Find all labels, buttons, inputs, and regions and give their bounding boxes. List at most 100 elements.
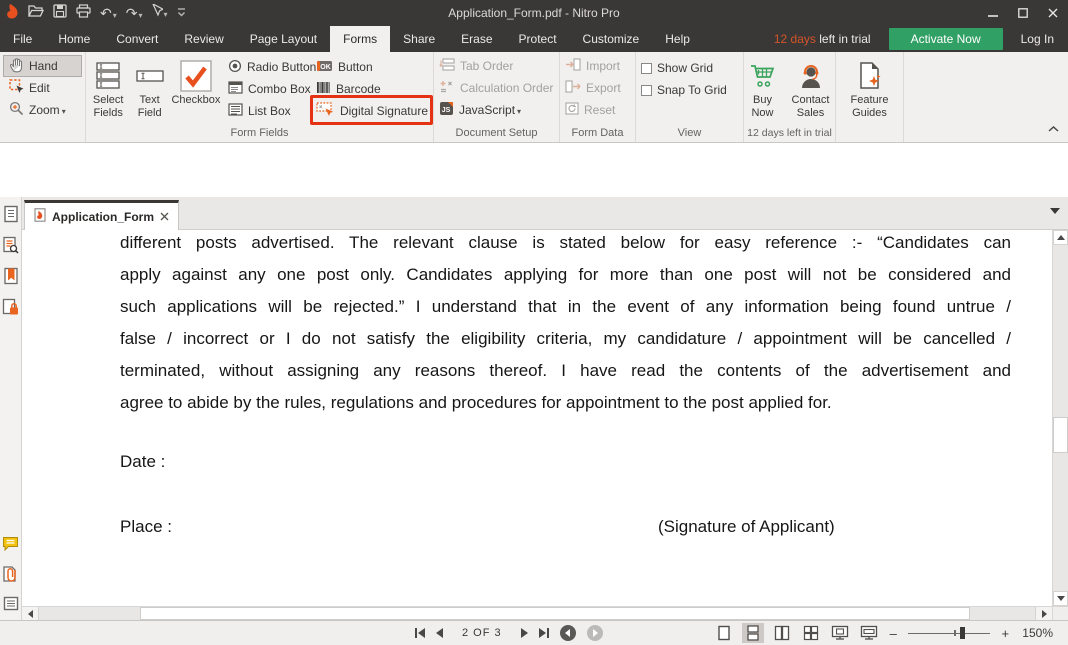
horizontal-scroll-thumb[interactable]	[140, 607, 970, 620]
select-fields-label: Select Fields	[86, 94, 130, 120]
continuous-view-button[interactable]	[742, 623, 764, 643]
bookmarks-panel-icon[interactable]	[3, 267, 19, 290]
pdf-date-label: Date :	[120, 452, 165, 472]
previous-page-button[interactable]	[436, 628, 443, 638]
history-forward-button[interactable]	[587, 625, 603, 641]
digital-signature-button[interactable]: Digital Signature	[311, 100, 433, 122]
trial-days: 12 days	[774, 32, 816, 46]
redo-button[interactable]: ↷	[126, 6, 143, 20]
import-button[interactable]: Import	[560, 55, 635, 77]
show-grid-checkbox[interactable]: Show Grid	[636, 57, 743, 79]
list-box-icon	[228, 103, 243, 119]
first-page-button[interactable]	[415, 628, 425, 638]
comments-panel-icon[interactable]	[2, 536, 19, 557]
tab-page-layout[interactable]: Page Layout	[237, 26, 330, 52]
edit-tool-button[interactable]: Edit	[3, 77, 82, 99]
attachments-panel-icon[interactable]	[2, 565, 19, 588]
export-button[interactable]: Export	[560, 77, 635, 99]
tab-forms[interactable]: Forms	[330, 26, 390, 52]
collapse-ribbon-button[interactable]	[1048, 119, 1059, 137]
pdf-place-label: Place :	[120, 517, 172, 537]
document-tab[interactable]: Application_Form	[24, 200, 179, 230]
fit-page-view-button[interactable]	[829, 623, 851, 643]
zoom-out-button[interactable]: –	[887, 626, 899, 641]
single-page-view-button[interactable]	[713, 623, 735, 643]
scroll-left-button[interactable]	[22, 607, 39, 620]
scroll-up-button[interactable]	[1053, 230, 1068, 245]
scroll-right-button[interactable]	[1035, 607, 1052, 620]
open-file-button[interactable]	[28, 4, 44, 22]
pdf-signature-label: (Signature of Applicant)	[658, 517, 835, 537]
pdf-file-icon	[34, 208, 46, 225]
radio-button-button[interactable]: Radio Button	[223, 56, 311, 78]
snap-to-grid-checkbox[interactable]: Snap To Grid	[636, 79, 743, 101]
javascript-button[interactable]: JS JavaScript	[434, 99, 559, 121]
tab-list-dropdown[interactable]	[1050, 208, 1060, 214]
calculation-order-button[interactable]: Calculation Order	[434, 77, 559, 99]
undo-button[interactable]: ↶	[100, 6, 117, 20]
tab-erase[interactable]: Erase	[448, 26, 505, 52]
export-label: Export	[586, 81, 621, 95]
tab-file[interactable]: File	[0, 26, 45, 52]
barcode-icon	[316, 81, 331, 97]
zoom-slider-handle[interactable]	[960, 627, 965, 639]
tab-order-button[interactable]: Tab Order	[434, 55, 559, 77]
history-back-button[interactable]	[560, 625, 576, 641]
output-panel-icon[interactable]	[3, 596, 19, 616]
button-field-label: Button	[338, 60, 373, 74]
nitro-pro-window: ↶ ↷ Application_Form.pdf - Nitro Pro Fil…	[0, 0, 1068, 645]
document-margin-strip	[0, 144, 1068, 197]
ok-button-icon: OK	[316, 60, 333, 75]
list-box-button[interactable]: List Box	[223, 100, 311, 122]
select-tool-button[interactable]	[152, 4, 168, 22]
button-field-button[interactable]: OK Button	[311, 56, 433, 78]
log-in-button[interactable]: Log In	[1021, 32, 1054, 46]
tab-share[interactable]: Share	[390, 26, 448, 52]
zoom-slider[interactable]	[908, 626, 990, 640]
pdf-text-line: such applications will be rejected.” I u…	[120, 291, 1011, 323]
vertical-scroll-track[interactable]	[1053, 245, 1068, 591]
search-results-panel-icon[interactable]	[2, 236, 19, 259]
view-controls: – + 150%	[713, 621, 1053, 645]
tab-customize[interactable]: Customize	[570, 26, 653, 52]
hand-tool-button[interactable]: Hand	[3, 55, 82, 77]
close-tab-icon[interactable]	[160, 210, 169, 224]
tab-protect[interactable]: Protect	[506, 26, 570, 52]
form-fields-group-label: Form Fields	[86, 127, 433, 139]
zoom-in-button[interactable]: +	[999, 626, 1011, 641]
last-page-button[interactable]	[539, 628, 549, 638]
feature-guides-label: Feature Guides	[843, 94, 897, 120]
document-view: different posts advertised. The relevant…	[22, 230, 1068, 606]
customize-quick-access-button[interactable]	[177, 4, 186, 22]
zoom-tool-button[interactable]: Zoom	[3, 99, 82, 121]
signatures-panel-icon[interactable]	[2, 298, 19, 321]
zoom-level: 150%	[1022, 626, 1053, 640]
pages-panel-icon[interactable]	[3, 205, 19, 228]
horizontal-scrollbar[interactable]	[22, 606, 1052, 620]
quad-pages-view-button[interactable]	[800, 623, 822, 643]
edit-tool-label: Edit	[29, 81, 50, 95]
feature-guides-button[interactable]: Feature Guides	[843, 55, 897, 142]
vertical-scrollbar[interactable]	[1052, 230, 1068, 606]
tab-convert[interactable]: Convert	[103, 26, 171, 52]
fit-width-view-button[interactable]	[858, 623, 880, 643]
save-button[interactable]	[53, 4, 67, 23]
combo-box-icon	[228, 81, 243, 97]
scroll-down-button[interactable]	[1053, 591, 1068, 606]
reset-button[interactable]: Reset	[560, 99, 635, 121]
tab-review[interactable]: Review	[171, 26, 236, 52]
facing-pages-view-button[interactable]	[771, 623, 793, 643]
maximize-button[interactable]	[1008, 0, 1038, 26]
tab-help[interactable]: Help	[652, 26, 703, 52]
barcode-button[interactable]: Barcode	[311, 78, 433, 100]
tab-home[interactable]: Home	[45, 26, 103, 52]
close-button[interactable]	[1038, 0, 1068, 26]
minimize-button[interactable]	[978, 0, 1008, 26]
print-button[interactable]	[76, 4, 91, 23]
combo-box-button[interactable]: Combo Box	[223, 78, 311, 100]
activate-now-button[interactable]: Activate Now	[889, 28, 1003, 50]
page-indicator: 2 OF 3	[462, 627, 502, 639]
pdf-text-line: agree to abide by the rules, regulations…	[120, 387, 1011, 419]
next-page-button[interactable]	[521, 628, 528, 638]
vertical-scroll-thumb[interactable]	[1053, 417, 1068, 453]
